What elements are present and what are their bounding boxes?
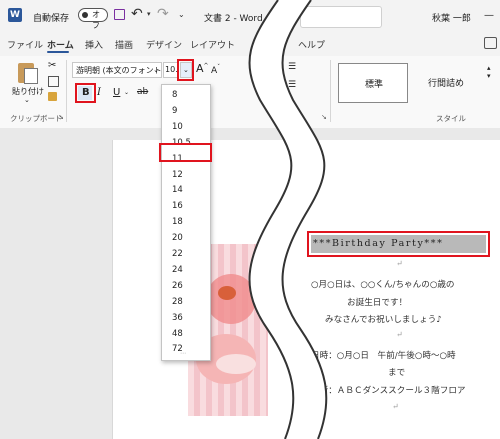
font-size-option-36[interactable]: 36	[172, 313, 183, 323]
font-size-option-14[interactable]: 14	[172, 185, 183, 195]
font-size-11-highlight	[159, 143, 212, 162]
wave-split-divider	[248, 0, 328, 439]
dropdown-resize-grip-icon[interactable]: ⋯	[180, 350, 186, 357]
font-size-option-28[interactable]: 28	[172, 297, 183, 307]
font-size-option-18[interactable]: 18	[172, 217, 183, 227]
font-size-option-12[interactable]: 12	[172, 170, 183, 180]
font-size-dropdown-list[interactable]: 8 9 10 10.5 11 12 14 16 18 20 22 24 26 28 36 48 72	[161, 84, 211, 361]
font-size-option-8[interactable]: 8	[172, 90, 177, 100]
font-size-option-16[interactable]: 16	[172, 201, 183, 211]
font-size-option-20[interactable]: 20	[172, 233, 183, 243]
font-size-option-22[interactable]: 22	[172, 249, 183, 259]
font-size-option-24[interactable]: 24	[172, 265, 183, 275]
font-size-option-26[interactable]: 26	[172, 281, 183, 291]
font-size-option-10[interactable]: 10	[172, 122, 183, 132]
font-size-option-48[interactable]: 48	[172, 329, 183, 339]
font-size-option-9[interactable]: 9	[172, 106, 177, 116]
